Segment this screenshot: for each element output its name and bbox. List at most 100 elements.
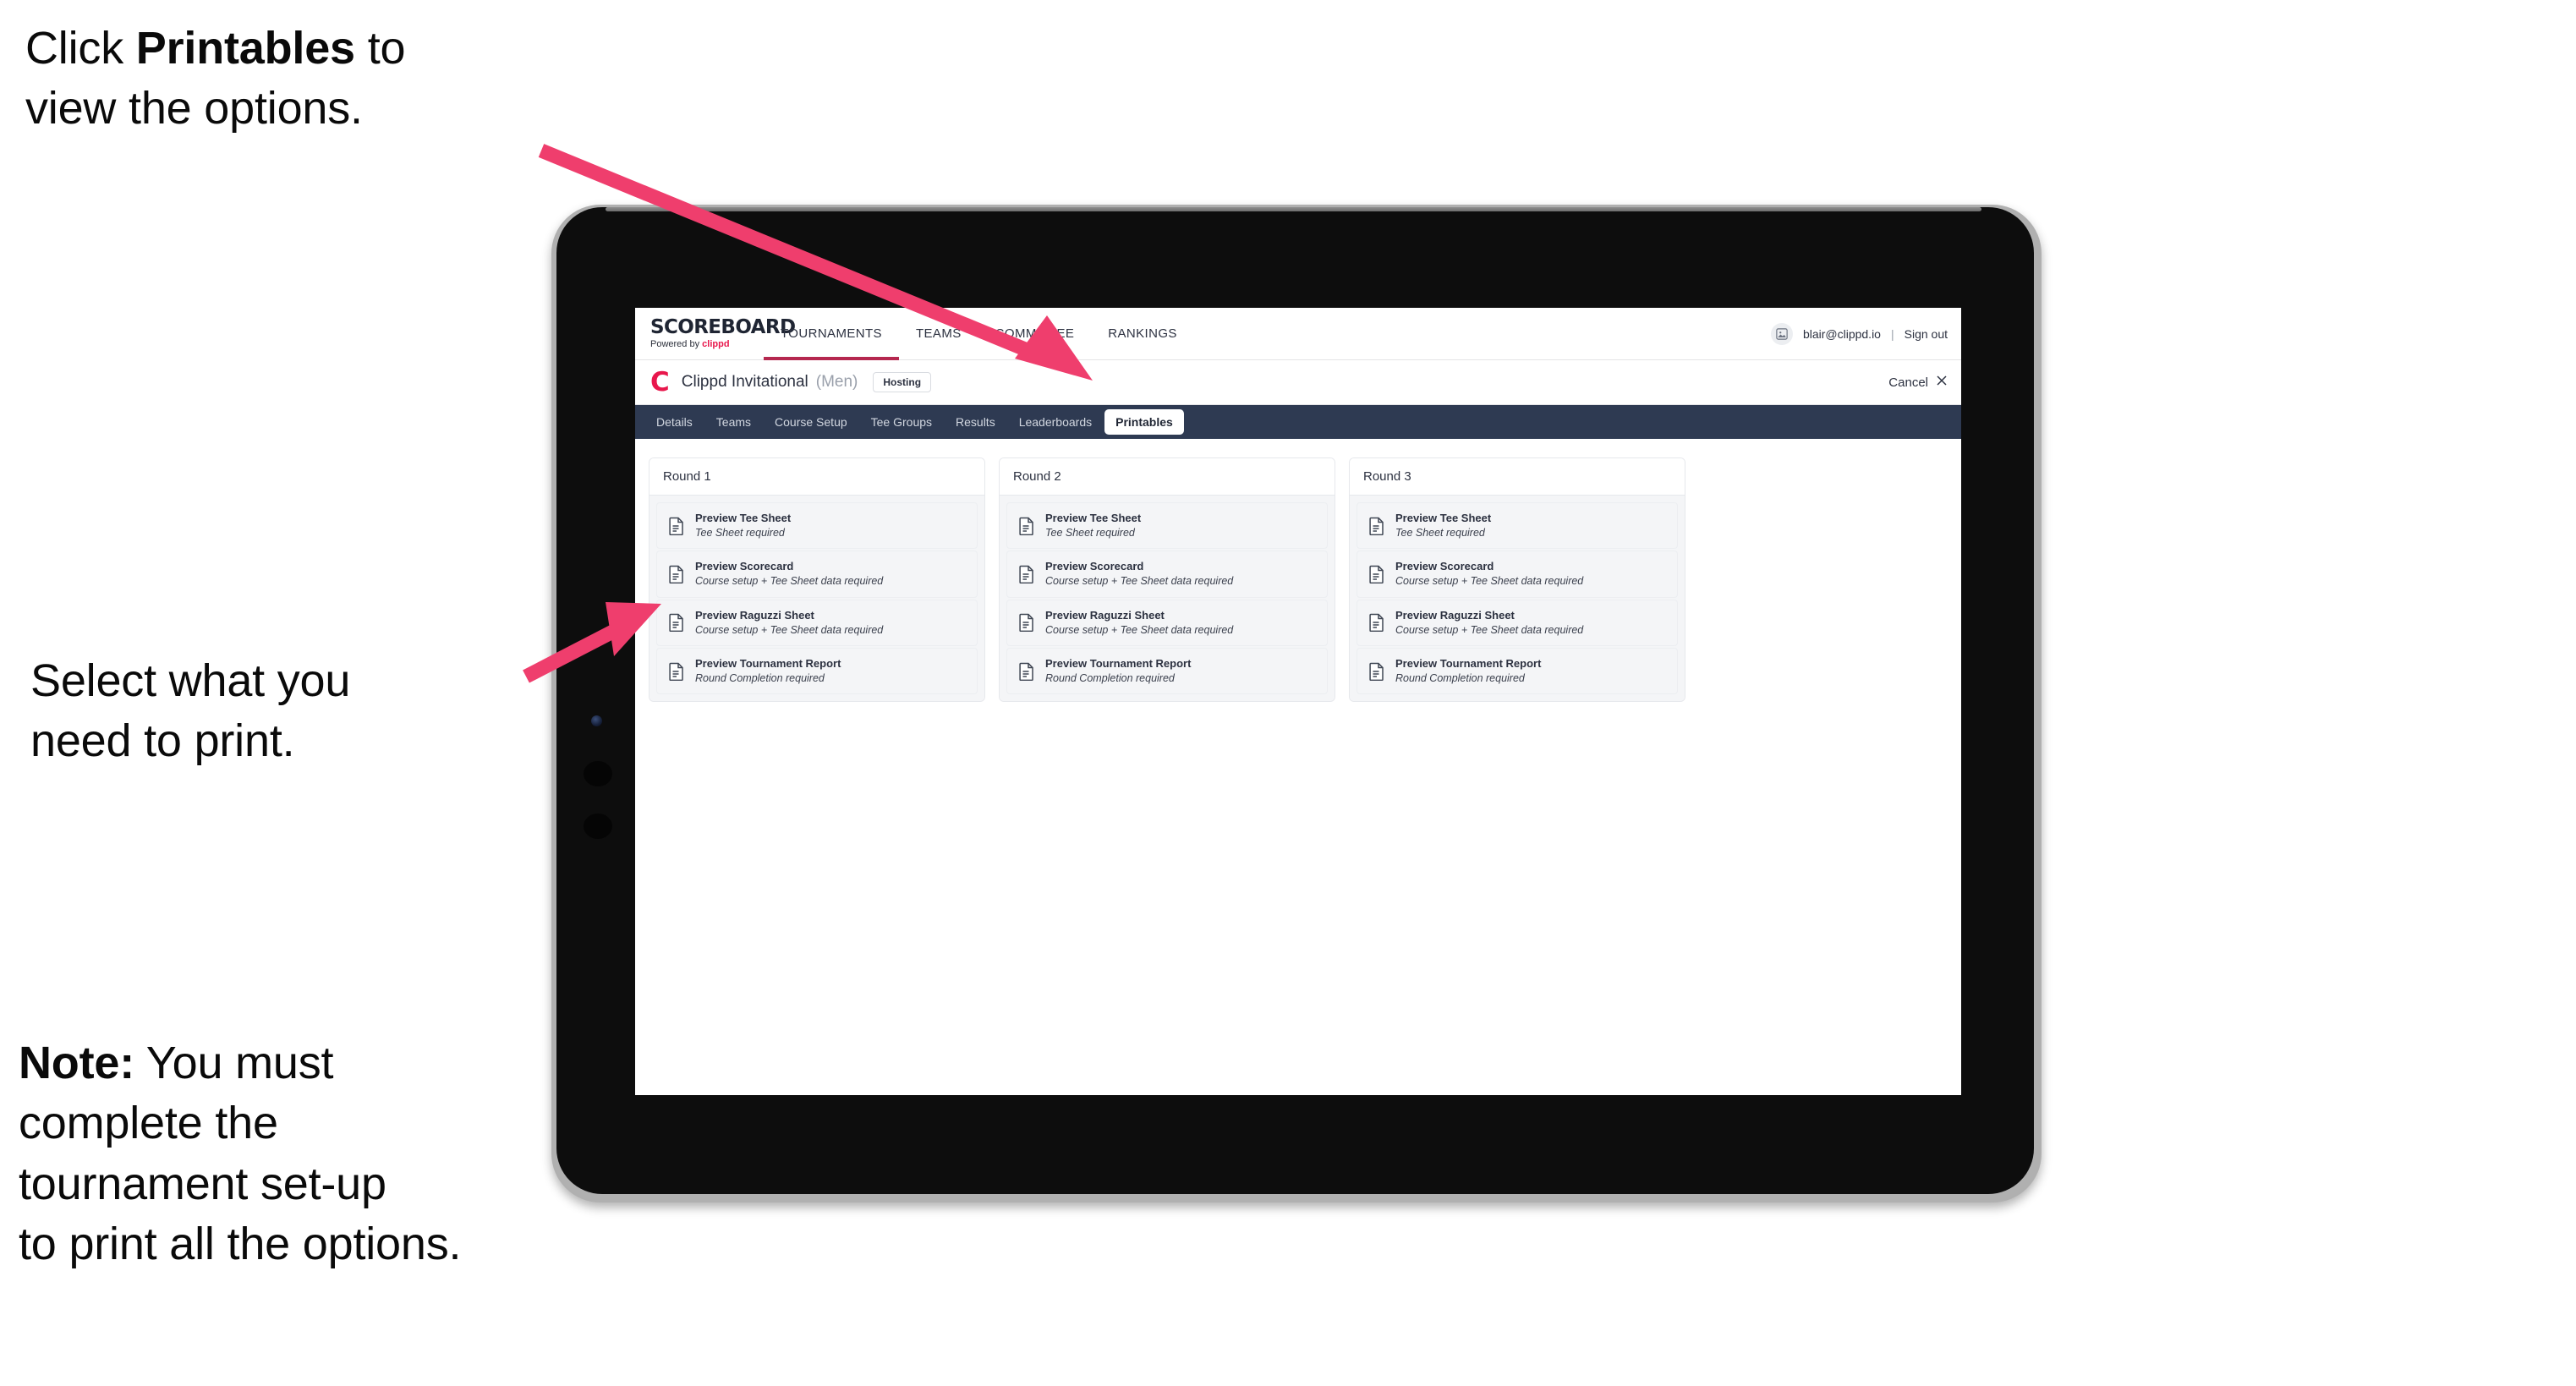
tablet-device: SCOREBOARD Powered by clippd TOURNAMENTS… bbox=[551, 205, 2042, 1202]
list-item[interactable]: Preview Tournament Report Round Completi… bbox=[1006, 647, 1328, 695]
list-item-text: Preview Scorecard Course setup + Tee She… bbox=[1395, 560, 1584, 588]
scoreboard-logo[interactable]: SCOREBOARD Powered by clippd bbox=[635, 308, 796, 359]
list-item-subtitle: Course setup + Tee Sheet data required bbox=[1395, 575, 1584, 588]
brand-title: SCOREBOARD bbox=[650, 316, 796, 338]
annotation-click-printables: Click Printables to view the options. bbox=[25, 19, 600, 140]
document-icon bbox=[1018, 565, 1035, 583]
document-icon bbox=[1368, 613, 1385, 633]
round-column-1: Round 1 Preview Tee Sheet Tee Sheet requ… bbox=[649, 457, 985, 703]
list-item-text: Preview Tournament Report Round Completi… bbox=[695, 656, 841, 684]
list-item-text: Preview Tournament Report Round Completi… bbox=[1045, 657, 1191, 684]
list-item-subtitle: Course setup + Tee Sheet data required bbox=[1045, 575, 1234, 588]
document-icon bbox=[668, 565, 685, 583]
brand-subtitle-prefix: Powered by bbox=[650, 339, 703, 349]
round-column-2: Round 2 Preview Tee Sheet Tee Sheet requ… bbox=[999, 457, 1335, 703]
annotation-3-text-bold: Note: bbox=[19, 1038, 134, 1088]
list-item[interactable]: Preview Tournament Report Round Completi… bbox=[1357, 647, 1678, 695]
list-item-title: Preview Tee Sheet bbox=[695, 512, 792, 524]
list-item[interactable]: Preview Tee Sheet Tee Sheet required bbox=[656, 502, 978, 550]
document-icon bbox=[1018, 517, 1035, 535]
list-item-text: Preview Raguzzi Sheet Course setup + Tee… bbox=[1395, 609, 1584, 636]
round-column-3: Round 3 Preview Tee Sheet Tee Sheet requ… bbox=[1349, 457, 1685, 703]
close-icon bbox=[1936, 375, 1948, 390]
annotation-1-text-bold: Printables bbox=[135, 23, 355, 74]
account-area: blair@clippd.io | Sign out bbox=[1770, 308, 1961, 359]
volume-down-button[interactable] bbox=[584, 814, 612, 839]
document-icon bbox=[668, 517, 685, 535]
list-item-text: Preview Tee Sheet Tee Sheet required bbox=[1395, 512, 1491, 539]
tournament-header: C Clippd Invitational (Men) Hosting Canc… bbox=[635, 360, 1961, 405]
camera-icon bbox=[591, 715, 602, 726]
list-item-text: Preview Scorecard Course setup + Tee She… bbox=[695, 560, 883, 587]
list-item-text: Preview Tournament Report Round Completi… bbox=[1395, 656, 1542, 684]
list-item-subtitle: Course setup + Tee Sheet data required bbox=[695, 623, 884, 636]
tournament-name: Clippd Invitational bbox=[681, 373, 808, 391]
nav-item-rankings[interactable]: RANKINGS bbox=[1091, 308, 1194, 359]
list-item-subtitle: Course setup + Tee Sheet data required bbox=[1045, 623, 1234, 636]
document-icon bbox=[1368, 662, 1385, 681]
list-item-subtitle: Course setup + Tee Sheet data required bbox=[1395, 623, 1584, 636]
sign-out-link[interactable]: Sign out bbox=[1905, 327, 1948, 341]
document-icon bbox=[668, 613, 685, 633]
list-item-title: Preview Tournament Report bbox=[695, 656, 841, 670]
tab-details[interactable]: Details bbox=[645, 409, 704, 435]
round-items-list: Preview Tee Sheet Tee Sheet required Pre… bbox=[1000, 496, 1335, 702]
document-icon bbox=[1368, 517, 1385, 535]
list-item[interactable]: Preview Raguzzi Sheet Course setup + Tee… bbox=[656, 599, 978, 646]
annotation-2-text-before: Select what you need to print. bbox=[30, 655, 351, 767]
status-badge: Hosting bbox=[873, 372, 932, 392]
volume-up-button[interactable] bbox=[584, 761, 612, 786]
list-item[interactable]: Preview Tee Sheet Tee Sheet required bbox=[1357, 502, 1678, 550]
list-item-subtitle: Tee Sheet required bbox=[1395, 526, 1485, 539]
brand-subtitle: Powered by clippd bbox=[650, 340, 750, 349]
account-separator: | bbox=[1890, 326, 1894, 341]
main-navigation: TOURNAMENTS TEAMS COMMITTEE RANKINGS bbox=[764, 308, 1194, 360]
list-item[interactable]: Preview Tournament Report Round Completi… bbox=[656, 647, 978, 695]
round-title: Round 2 bbox=[1000, 458, 1335, 496]
user-email-label: blair@clippd.io bbox=[1802, 326, 1881, 341]
nav-item-teams[interactable]: TEAMS bbox=[899, 308, 978, 359]
document-icon bbox=[1368, 565, 1385, 583]
nav-item-tournaments[interactable]: TOURNAMENTS bbox=[764, 308, 899, 360]
list-item-subtitle: Round Completion required bbox=[1045, 671, 1175, 684]
list-item-title: Preview Tee Sheet bbox=[1395, 512, 1492, 524]
list-item[interactable]: Preview Raguzzi Sheet Course setup + Tee… bbox=[1006, 599, 1328, 646]
list-item[interactable]: Preview Scorecard Course setup + Tee She… bbox=[1006, 551, 1328, 598]
list-item-subtitle: Round Completion required bbox=[695, 671, 825, 684]
round-title: Round 1 bbox=[649, 458, 984, 496]
user-avatar-icon[interactable] bbox=[1770, 322, 1793, 345]
list-item-text: Preview Scorecard Course setup + Tee She… bbox=[1045, 560, 1234, 588]
list-item-text: Preview Raguzzi Sheet Course setup + Tee… bbox=[1045, 608, 1234, 636]
list-item[interactable]: Preview Scorecard Course setup + Tee She… bbox=[656, 551, 978, 598]
list-item-title: Preview Tee Sheet bbox=[1045, 512, 1142, 524]
list-item-title: Preview Raguzzi Sheet bbox=[1045, 608, 1165, 622]
list-item-text: Preview Tee Sheet Tee Sheet required bbox=[695, 512, 791, 539]
app-header: SCOREBOARD Powered by clippd TOURNAMENTS… bbox=[635, 308, 1961, 360]
nav-item-committee[interactable]: COMMITTEE bbox=[978, 308, 1092, 359]
list-item-text: Preview Raguzzi Sheet Course setup + Tee… bbox=[695, 609, 884, 636]
round-items-list: Preview Tee Sheet Tee Sheet required Pre… bbox=[649, 496, 984, 702]
document-icon bbox=[668, 662, 685, 681]
list-item-title: Preview Scorecard bbox=[1045, 560, 1144, 573]
brand-subtitle-clippd: clippd bbox=[702, 339, 730, 349]
document-icon bbox=[1018, 613, 1035, 633]
list-item[interactable]: Preview Tee Sheet Tee Sheet required bbox=[1006, 502, 1328, 550]
section-tabs: Details Teams Course Setup Tee Groups Re… bbox=[635, 405, 1961, 439]
tablet-top-edge-highlight bbox=[606, 207, 1981, 211]
tab-printables[interactable]: Printables bbox=[1104, 409, 1184, 435]
clippd-logo-icon: C bbox=[650, 366, 670, 397]
list-item-title: Preview Tournament Report bbox=[1395, 656, 1542, 670]
list-item[interactable]: Preview Scorecard Course setup + Tee She… bbox=[1357, 551, 1678, 598]
list-item-subtitle: Tee Sheet required bbox=[695, 526, 785, 539]
rounds-container: Round 1 Preview Tee Sheet Tee Sheet requ… bbox=[635, 439, 1961, 703]
tournament-gender: (Men) bbox=[815, 373, 858, 391]
annotation-select-what-to-print: Select what you need to print. bbox=[30, 651, 555, 772]
tab-teams[interactable]: Teams bbox=[705, 409, 762, 435]
tab-course-setup[interactable]: Course Setup bbox=[764, 409, 858, 435]
list-item-title: Preview Scorecard bbox=[695, 560, 794, 573]
list-item[interactable]: Preview Raguzzi Sheet Course setup + Tee… bbox=[1357, 599, 1678, 646]
tab-tee-groups[interactable]: Tee Groups bbox=[860, 409, 943, 435]
cancel-button[interactable]: Cancel bbox=[1888, 375, 1948, 390]
tab-results[interactable]: Results bbox=[945, 409, 1006, 435]
tab-leaderboards[interactable]: Leaderboards bbox=[1008, 409, 1103, 435]
